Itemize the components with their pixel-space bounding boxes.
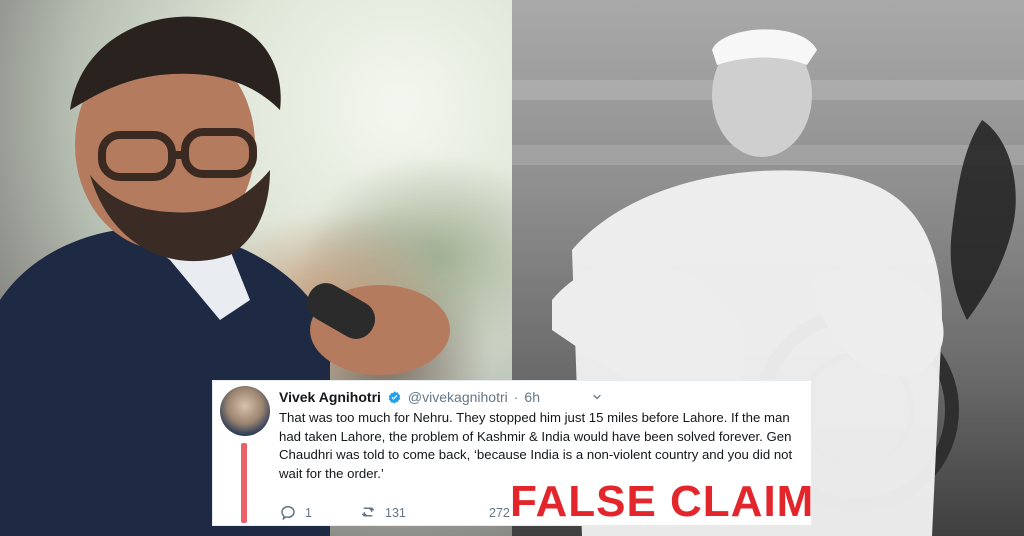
retweet-action[interactable]: 131 bbox=[359, 503, 479, 524]
separator-dot: · bbox=[513, 389, 519, 405]
chevron-down-icon[interactable] bbox=[591, 390, 603, 402]
false-claim-label: FALSE CLAIM bbox=[510, 477, 815, 526]
tweet-actions: 1 131 272 bbox=[279, 503, 549, 523]
retweet-icon bbox=[359, 503, 377, 524]
retweet-count: 131 bbox=[385, 506, 406, 520]
tweet-time[interactable]: 6h bbox=[524, 389, 540, 405]
reply-action[interactable]: 1 bbox=[279, 503, 349, 524]
thread-line bbox=[241, 443, 247, 523]
user-handle[interactable]: @vivekagnihotri bbox=[408, 389, 508, 405]
tweet-text: That was too much for Nehru. They stoppe… bbox=[279, 410, 793, 481]
reply-icon bbox=[279, 503, 297, 524]
reply-count: 1 bbox=[305, 506, 312, 520]
verified-badge-icon bbox=[387, 390, 402, 405]
avatar[interactable] bbox=[220, 386, 270, 436]
tweet-header: Vivek Agnihotri @vivekagnihotri · 6h bbox=[279, 387, 540, 407]
display-name[interactable]: Vivek Agnihotri bbox=[279, 389, 381, 405]
like-count: 272 bbox=[489, 506, 510, 520]
